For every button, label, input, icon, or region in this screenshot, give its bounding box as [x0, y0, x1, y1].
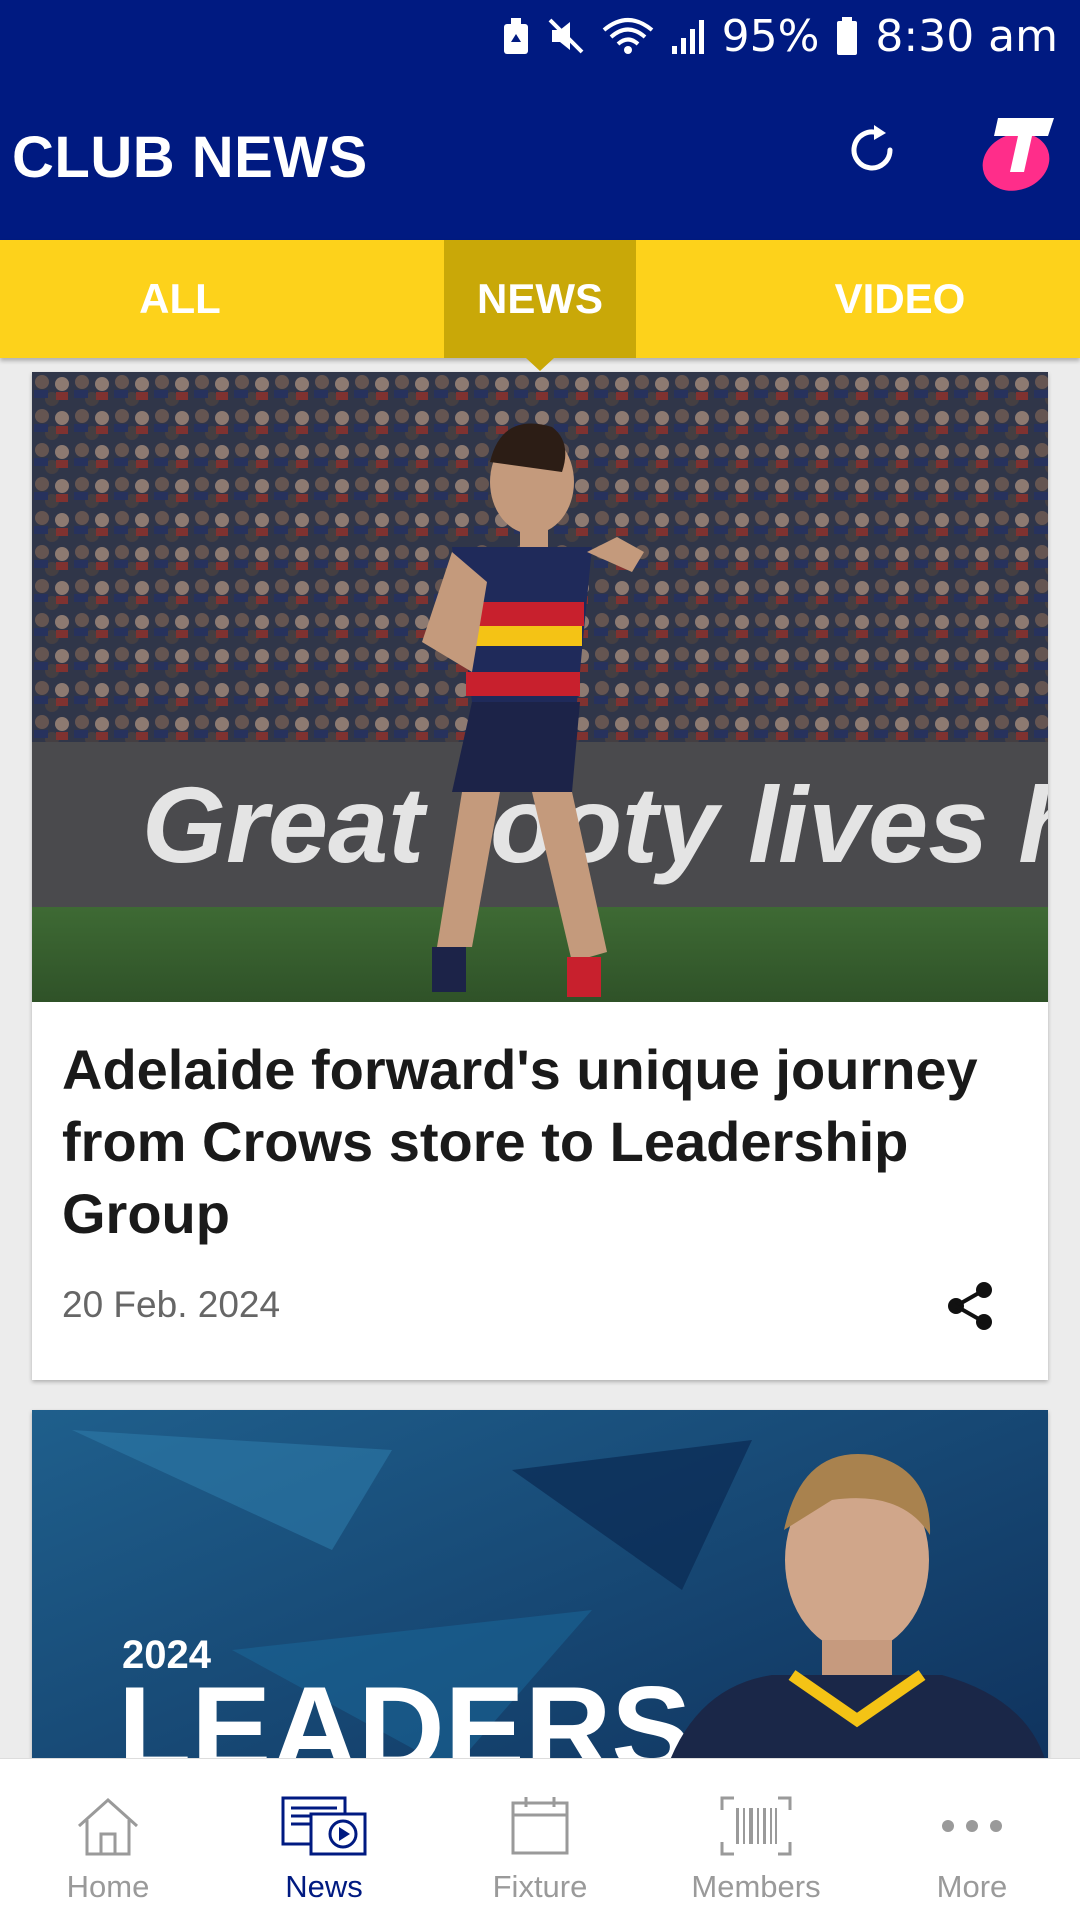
- nav-label: Members: [691, 1869, 821, 1904]
- share-icon: [948, 1282, 992, 1330]
- status-bar: 95% 8:30 am: [0, 0, 1080, 72]
- battery-icon: [835, 16, 859, 56]
- nav-label: Fixture: [492, 1869, 588, 1904]
- banner-text: Great footy lives here.: [142, 764, 1048, 885]
- tab-all[interactable]: ALL: [0, 240, 360, 358]
- nav-label: News: [285, 1869, 363, 1904]
- app-header: CLUB NEWS: [0, 72, 1080, 240]
- home-icon: [77, 1797, 139, 1856]
- article-headline[interactable]: Adelaide forward's unique journey from C…: [62, 1034, 992, 1250]
- article-card[interactable]: Great footy lives here. Adelaide forward…: [32, 372, 1048, 1380]
- nav-label: More: [936, 1869, 1008, 1904]
- calendar-icon: [511, 1797, 569, 1855]
- battery-percent: 95%: [721, 10, 820, 62]
- recycle-icon: [502, 16, 530, 56]
- refresh-icon: [851, 125, 893, 171]
- article-image: Great footy lives here.: [32, 372, 1048, 1002]
- nav-label: Home: [66, 1869, 150, 1904]
- share-button[interactable]: [940, 1276, 1000, 1336]
- status-icons: 95% 8:30 am: [502, 8, 1058, 64]
- active-tab-indicator: [526, 358, 554, 371]
- bottom-navigation: Home News Fixture Members More: [0, 1758, 1080, 1920]
- tab-bar: ALL NEWS VIDEO: [0, 240, 1080, 371]
- more-dots-icon: [942, 1820, 1002, 1832]
- page-title: CLUB NEWS: [12, 125, 368, 190]
- telstra-logo[interactable]: [980, 112, 1056, 196]
- signal-icon: [670, 16, 706, 56]
- refresh-button[interactable]: [836, 108, 908, 192]
- news-icon: [281, 1796, 367, 1856]
- nav-fixture[interactable]: Fixture: [432, 1759, 648, 1920]
- nav-members[interactable]: Members: [648, 1759, 864, 1920]
- nav-home[interactable]: Home: [0, 1759, 216, 1920]
- tab-news[interactable]: NEWS: [444, 240, 636, 358]
- nav-more[interactable]: More: [864, 1759, 1080, 1920]
- barcode-icon: [720, 1796, 792, 1856]
- article-date: 20 Feb. 2024: [62, 1284, 281, 1325]
- wifi-icon: [602, 16, 654, 56]
- mute-icon: [546, 16, 586, 56]
- nav-news[interactable]: News: [216, 1759, 432, 1920]
- clock: 8:30 am: [875, 10, 1058, 62]
- tab-video[interactable]: VIDEO: [720, 240, 1080, 358]
